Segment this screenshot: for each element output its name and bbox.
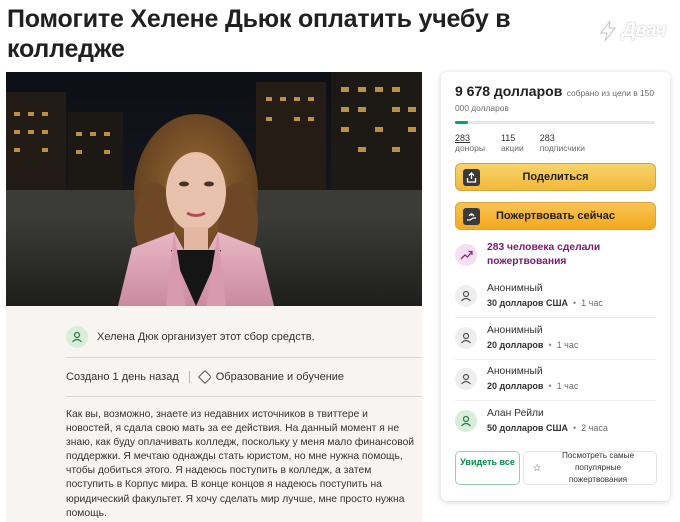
stat-donors[interactable]: 283 доноры	[455, 133, 485, 153]
stat-shares: 115 акции	[501, 133, 524, 153]
share-button[interactable]: Поделиться	[455, 163, 656, 191]
donors-count-text: 283 человека сделали пожертвования	[487, 242, 601, 267]
donation-item: Анонимный 20 долларов • 1 час	[455, 322, 660, 354]
stat-number: 283	[539, 133, 555, 143]
donor-avatar-icon	[455, 410, 477, 432]
donation-item: Анонимный 30 долларов США • 1 час	[455, 280, 660, 312]
donation-amount: 50 долларов США	[487, 423, 569, 433]
category-link[interactable]: Образование и обучение	[216, 371, 344, 383]
divider	[455, 317, 656, 318]
watermark-text: Двач	[622, 20, 666, 41]
donation-time: 1 час	[556, 381, 579, 391]
campaign-meta: Создано 1 день назад Образование и обуче…	[66, 369, 344, 385]
donation-item: Анонимный 20 долларов • 1 час	[455, 363, 660, 395]
campaign-main: Хелена Дюк организует этот сбор средств.…	[6, 72, 422, 522]
meta-separator	[188, 371, 190, 383]
watermark-logo: Двач	[598, 20, 666, 42]
donor-avatar-icon	[455, 368, 477, 390]
person-icon	[72, 331, 82, 343]
donation-amount: 30 долларов США	[487, 298, 569, 308]
donate-icon	[463, 208, 480, 225]
lightning-icon	[600, 20, 617, 42]
star-icon: ☆	[532, 462, 542, 474]
see-all-button[interactable]: Увидеть все	[455, 451, 520, 485]
donation-time: 1 час	[556, 340, 579, 350]
donation-card: 9 678 долларов собрано из цели в 150 000…	[441, 72, 670, 501]
divider	[455, 359, 656, 360]
divider	[455, 400, 656, 401]
stats-row: 283 доноры 115 акции 283 подписчики	[455, 133, 585, 153]
donors-count[interactable]: 283 человека сделали пожертвования	[455, 239, 660, 271]
raised-summary: 9 678 долларов собрано из цели в 150 000…	[455, 84, 660, 115]
top-donations-button[interactable]: ☆ Посмотреть самые популярные пожертвова…	[523, 451, 657, 485]
share-icon	[463, 169, 480, 186]
donation-amount: 20 долларов	[487, 381, 544, 391]
organizer-row: Хелена Дюк организует этот сбор средств.	[66, 322, 422, 352]
donor-avatar-icon	[455, 327, 477, 349]
donation-time: 1 час	[581, 298, 603, 308]
stat-number: 115	[500, 133, 516, 143]
page-title: Помогите Хелене Дьюк оплатить учебу в ко…	[7, 5, 511, 63]
donation-time: 2 часа	[581, 423, 608, 433]
stat-label: подписчики	[539, 143, 586, 153]
progress-fill	[455, 121, 468, 124]
share-label: Поделиться	[522, 171, 589, 183]
trending-icon	[455, 244, 477, 266]
divider	[66, 396, 422, 397]
donor-name: Анонимный	[487, 283, 543, 294]
raised-amount: 9 678 долларов	[455, 83, 563, 99]
top-donations-label: Посмотреть самые популярные пожертвовани…	[561, 451, 635, 484]
donor-name: Алан Рейли	[487, 408, 544, 419]
divider	[66, 357, 422, 358]
donate-label: Пожертвовать сейчас	[495, 210, 616, 222]
created-date: Создано 1 день назад	[66, 371, 179, 383]
donation-item: Алан Рейли 50 долларов США • 2 часа	[455, 405, 660, 437]
stat-label: доноры	[455, 143, 485, 153]
organizer-text: Хелена Дюк организует этот сбор средств.	[97, 331, 315, 343]
tag-icon	[197, 369, 212, 385]
donor-name: Анонимный	[487, 366, 543, 377]
stat-label: акции	[500, 143, 524, 153]
organizer-avatar	[66, 326, 88, 348]
campaign-photo	[6, 72, 422, 306]
donate-button[interactable]: Пожертвовать сейчас	[455, 202, 656, 230]
progress-bar	[455, 121, 655, 124]
donor-name: Анонимный	[487, 325, 543, 336]
donation-amount: 20 долларов	[487, 340, 544, 350]
campaign-story: Как вы, возможно, знаете из недавних ист…	[66, 409, 415, 519]
stat-number: 283	[455, 133, 471, 143]
stat-followers: 283 подписчики	[540, 133, 585, 153]
donor-avatar-icon	[455, 285, 477, 307]
